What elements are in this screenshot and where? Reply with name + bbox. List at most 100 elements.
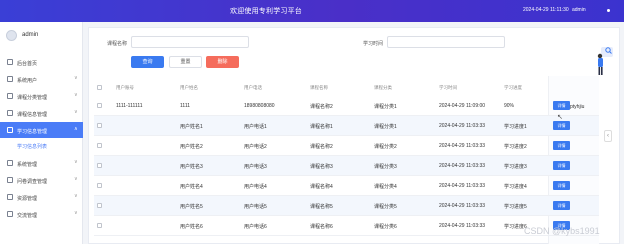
course-name-input[interactable] xyxy=(131,36,249,48)
table-row[interactable]: 1111-111111 1111 18980808080 课程名称2 课程分类1 2024… xyxy=(94,96,599,116)
table-row[interactable]: 用户姓名5 用户电话5 课程名称5 课程分类5 2024-04-29 11:03:33 学… xyxy=(94,196,599,216)
row-checkbox[interactable] xyxy=(97,123,102,128)
sidebar-user: admin xyxy=(6,28,76,44)
row-checkbox[interactable] xyxy=(97,163,102,168)
row-checkbox[interactable] xyxy=(97,103,102,108)
row-checkbox[interactable] xyxy=(97,203,102,208)
sidebar-item[interactable]: 交流管理 ∨ xyxy=(0,206,83,222)
sidebar-item[interactable]: 问卷调查管理 ∨ xyxy=(0,172,83,188)
sidebar-item-label: 后台首页 xyxy=(17,61,38,67)
table-cell: 课程名称6 xyxy=(310,224,333,230)
sidebar-item[interactable]: 课程信息管理 ∨ xyxy=(0,105,83,121)
table-cell: 用户电话4 xyxy=(244,184,267,190)
sidebar-item[interactable]: 系统管理 ∨ xyxy=(0,155,83,171)
detail-button[interactable]: 详情 xyxy=(553,161,570,170)
table-cell: 2024-04-29 11:03:33 xyxy=(439,223,486,229)
course-name-label: 课程名称 xyxy=(107,41,128,47)
hover-tooltip: ptyhjiu xyxy=(570,104,585,110)
col-header: 用户姓名 xyxy=(180,85,198,90)
table-cell: 90% xyxy=(504,103,515,109)
sidebar-item-label: 系统管理 xyxy=(17,162,38,168)
search-button[interactable]: 查询 xyxy=(131,56,164,68)
sidebar-item-label: 资源管理 xyxy=(17,196,38,202)
table-cell: 2024-04-29 11:03:33 xyxy=(439,143,486,149)
sidebar-item[interactable]: 系统用户 ∨ xyxy=(0,71,83,87)
table-cell: 2024-04-29 11:03:33 xyxy=(439,163,486,169)
sidebar: admin 后台首页 系统用户 ∨ 课程分类管理 ∨ 课程信息管理 ∨ 学习信息管理 ∧ 系统管理… xyxy=(0,22,83,244)
sidebar-item[interactable]: 课程分类管理 ∨ xyxy=(0,88,83,104)
user-dropdown-icon[interactable] xyxy=(607,9,610,12)
table-row[interactable]: 用户姓名1 用户电话1 课程名称1 课程分类1 2024-04-29 11:03:33 学… xyxy=(94,116,599,136)
chevron-icon: ∧ xyxy=(74,126,78,132)
table-cell: 课程名称5 xyxy=(310,204,333,210)
select-all-checkbox[interactable] xyxy=(97,85,102,90)
table-cell: 1111-111111 xyxy=(116,103,143,109)
current-datetime: 2024-04-29 11:11:30 xyxy=(523,7,569,13)
table-cell: 课程名称4 xyxy=(310,184,333,190)
sidebar-item-label: 系统用户 xyxy=(17,78,38,84)
detail-button[interactable]: 详情 xyxy=(553,141,570,150)
table-cell: 学习进度4 xyxy=(504,184,527,190)
row-checkbox[interactable] xyxy=(97,223,102,228)
col-header: 学习时间 xyxy=(439,85,457,90)
reset-button[interactable]: 重置 xyxy=(169,56,202,68)
table-cell: 1111 xyxy=(180,103,191,109)
mouse-cursor-icon: ↖ xyxy=(557,114,563,121)
table-cell: 课程分类3 xyxy=(374,164,397,170)
table-cell: 用户姓名5 xyxy=(180,204,203,210)
table-cell: 用户电话6 xyxy=(244,224,267,230)
table-cell: 2024-04-29 11:03:33 xyxy=(439,203,486,209)
top-header: 欢迎使用专利学习平台 2024-04-29 11:11:30 admin xyxy=(0,0,624,22)
table-cell: 用户电话3 xyxy=(244,164,267,170)
col-header: 用户账号 xyxy=(116,85,134,90)
sidebar-icon xyxy=(7,177,13,183)
sidebar-subitem-label: 学习信息列表 xyxy=(17,144,48,150)
study-time-input[interactable] xyxy=(387,36,505,48)
sidebar-icon xyxy=(7,93,13,99)
chevron-icon: ∨ xyxy=(74,92,78,98)
user-menu[interactable]: admin xyxy=(572,7,586,13)
delete-button[interactable]: 删除 xyxy=(206,56,239,68)
detail-button[interactable]: 详情 xyxy=(553,121,570,130)
chevron-icon: ∨ xyxy=(74,210,78,216)
table-row[interactable]: 用户姓名4 用户电话4 课程名称4 课程分类4 2024-04-29 11:03:33 学… xyxy=(94,176,599,196)
sidebar-item[interactable]: 后台首页 xyxy=(0,54,83,70)
sidebar-icon xyxy=(7,76,13,82)
sidebar-item[interactable]: 资源管理 ∨ xyxy=(0,189,83,205)
sidebar-subitem-study-list[interactable]: 学习信息列表 xyxy=(0,139,83,152)
sidebar-item-label: 课程信息管理 xyxy=(17,112,48,118)
table-cell: 用户姓名6 xyxy=(180,224,203,230)
sidebar-icon xyxy=(7,194,13,200)
table-cell: 18980808080 xyxy=(244,103,275,109)
table-cell: 课程分类1 xyxy=(374,124,397,130)
sidebar-icon xyxy=(7,127,13,133)
detail-button[interactable]: 详情 xyxy=(553,181,570,190)
table-cell: 2024-04-29 11:09:00 xyxy=(439,103,486,109)
avatar xyxy=(6,30,17,41)
col-header: 课程名称 xyxy=(310,85,328,90)
col-header: 用户电话 xyxy=(244,85,262,90)
sidebar-item[interactable]: 学习信息管理 ∧ xyxy=(0,122,83,138)
watermark: CSDN @kybs1991 xyxy=(524,226,600,236)
row-checkbox[interactable] xyxy=(97,143,102,148)
sidebar-item-label: 课程分类管理 xyxy=(17,95,48,101)
table-cell: 课程分类4 xyxy=(374,184,397,190)
study-time-label: 学习时间 xyxy=(363,41,384,47)
table-cell: 2024-04-29 11:03:33 xyxy=(439,183,486,189)
table-row[interactable]: 用户姓名2 用户电话2 课程名称2 课程分类2 2024-04-29 11:03:33 学… xyxy=(94,136,599,156)
chevron-icon: ∨ xyxy=(74,193,78,199)
detail-button[interactable]: 详情 xyxy=(553,201,570,210)
sidebar-username: admin xyxy=(22,32,39,38)
row-checkbox[interactable] xyxy=(97,183,102,188)
table-cell: 课程名称2 xyxy=(310,104,333,110)
table-cell: 学习进度2 xyxy=(504,144,527,150)
table-row[interactable]: 用户姓名3 用户电话3 课程名称3 课程分类3 2024-04-29 11:03:33 学… xyxy=(94,156,599,176)
detail-button[interactable]: 详情 xyxy=(553,101,570,110)
table-header: 用户账号 用户姓名 用户电话 课程名称 课程分类 学习时间 学习进度 操作 xyxy=(94,82,599,94)
table-cell: 课程分类1 xyxy=(374,104,397,110)
sidebar-item-label: 问卷调查管理 xyxy=(17,179,48,185)
collapse-handle[interactable]: ‹ xyxy=(604,130,612,142)
table-cell: 学习进度5 xyxy=(504,204,527,210)
chevron-icon: ∨ xyxy=(74,75,78,81)
table-cell: 用户姓名2 xyxy=(180,144,203,150)
